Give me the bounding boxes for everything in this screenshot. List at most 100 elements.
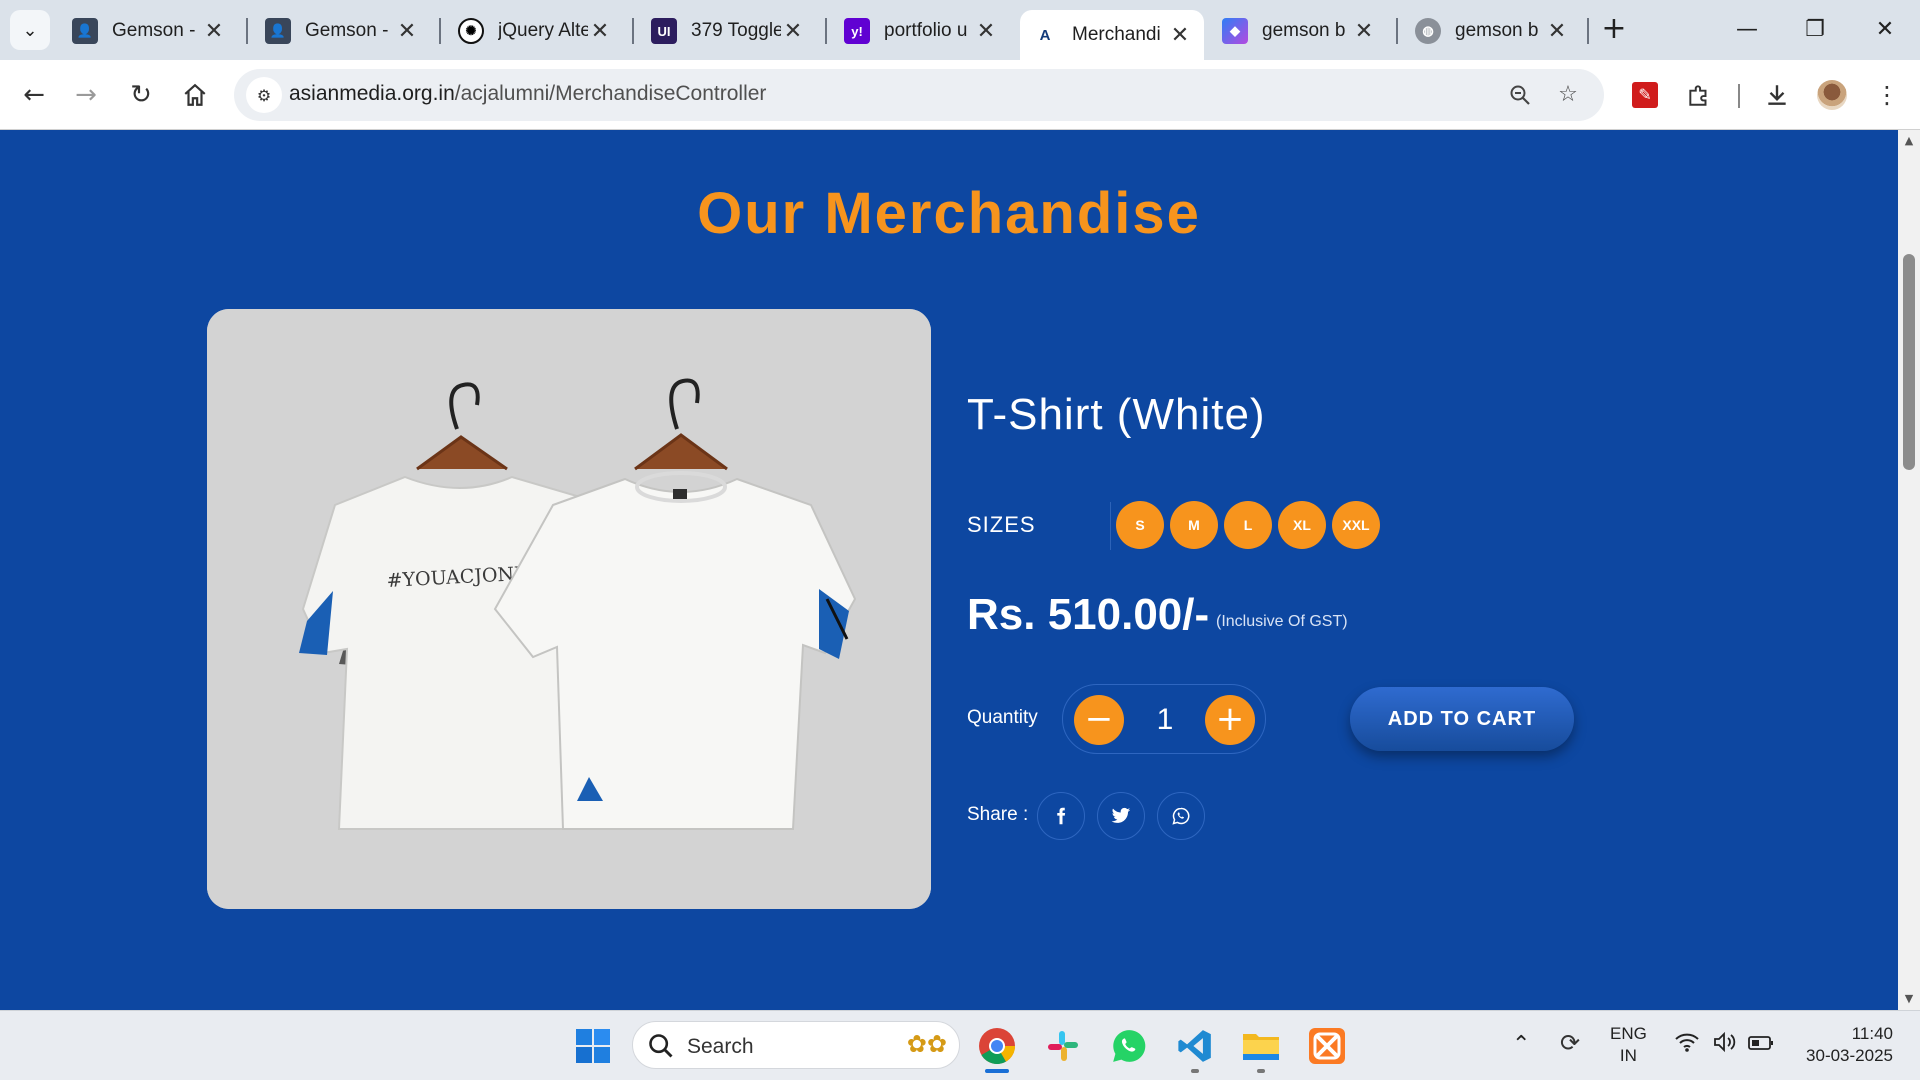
browser-tab-active[interactable]: A Merchandi ✕ <box>1020 10 1204 60</box>
address-bar[interactable]: ⚙ asianmedia.org.in/acjalumni/Merchandis… <box>234 69 1604 121</box>
minimize-button[interactable]: — <box>1722 10 1772 50</box>
ui-icon: UI <box>651 18 677 44</box>
close-icon[interactable]: ✕ <box>781 18 805 44</box>
taskbar-chrome[interactable] <box>974 1023 1020 1069</box>
tab-separator <box>632 18 634 44</box>
scroll-up-arrow-icon[interactable]: ▲ <box>1902 134 1916 148</box>
app-running-indicator <box>1191 1069 1199 1073</box>
active-app-indicator <box>985 1069 1009 1073</box>
taskbar-xampp[interactable] <box>1304 1023 1350 1069</box>
site-info-icon[interactable]: ⚙ <box>246 77 282 113</box>
add-to-cart-button[interactable]: ADD TO CART <box>1350 687 1574 751</box>
tab-separator <box>246 18 248 44</box>
url-text[interactable]: asianmedia.org.in/acjalumni/MerchandiseC… <box>289 82 766 106</box>
vscode-icon <box>1178 1030 1211 1062</box>
browser-tab[interactable]: y! portfolio u ✕ <box>832 12 1010 50</box>
share-whatsapp-button[interactable] <box>1157 792 1205 840</box>
product-title: T-Shirt (White) <box>967 390 1266 439</box>
browser-tab[interactable]: UI 379 Toggle ✕ <box>639 12 817 50</box>
search-icon <box>649 1034 673 1058</box>
person-photo-icon: 👤 <box>72 18 98 44</box>
chrome-icon <box>979 1028 1015 1065</box>
close-icon[interactable]: ✕ <box>974 18 998 44</box>
size-option-l[interactable]: L <box>1224 501 1272 549</box>
quantity-label: Quantity <box>967 707 1038 728</box>
product-image: #YOUACJONLYONCE <box>207 309 931 909</box>
search-highlight-icon: ✿✿ <box>906 1030 947 1058</box>
browser-tab[interactable]: ◆ gemson b ✕ <box>1210 12 1388 50</box>
page-scrollbar[interactable]: ▲ ▼ <box>1898 130 1920 1010</box>
tab-title: Merchandi <box>1072 24 1161 45</box>
taskbar-slack[interactable] <box>1040 1023 1086 1069</box>
new-tab-button[interactable]: + <box>1597 12 1631 46</box>
home-button[interactable] <box>175 75 215 115</box>
menu-kebab-icon[interactable]: ⋮ <box>1868 76 1906 114</box>
download-icon[interactable] <box>1758 76 1796 114</box>
merchandise-page: Our Merchandise #YOUACJONLYONCE T-Shirt … <box>0 130 1898 1010</box>
quantity-stepper: − + <box>1062 684 1266 754</box>
language-indicator[interactable]: ENG IN <box>1610 1023 1647 1080</box>
close-icon[interactable]: ✕ <box>588 18 612 44</box>
taskbar-whatsapp[interactable] <box>1106 1023 1152 1069</box>
battery-icon[interactable] <box>1748 1035 1774 1080</box>
bookmark-star-icon[interactable]: ☆ <box>1552 79 1584 111</box>
size-option-m[interactable]: M <box>1170 501 1218 549</box>
browser-toolbar: ← → ↻ ⚙ asianmedia.org.in/acjalumni/Merc… <box>0 60 1920 130</box>
size-option-xl[interactable]: XL <box>1278 501 1326 549</box>
scrollbar-thumb[interactable] <box>1903 254 1915 470</box>
windows-logo-icon <box>576 1029 610 1063</box>
share-twitter-button[interactable] <box>1097 792 1145 840</box>
size-option-xxl[interactable]: XXL <box>1332 501 1380 549</box>
reload-button[interactable]: ↻ <box>121 75 161 115</box>
slack-icon <box>1048 1031 1078 1061</box>
taskbar-search[interactable]: Search ✿✿ <box>632 1021 960 1069</box>
tshirt-illustration: #YOUACJONLYONCE <box>207 309 931 909</box>
search-placeholder: Search <box>687 1035 754 1058</box>
browser-tab[interactable]: ◍ gemson b ✕ <box>1403 12 1581 50</box>
facebook-icon <box>1057 807 1066 825</box>
share-facebook-button[interactable] <box>1037 792 1085 840</box>
window-close-button[interactable]: ✕ <box>1860 10 1910 50</box>
sync-icon[interactable]: ⟳ <box>1560 1029 1580 1080</box>
close-icon[interactable]: ✕ <box>202 18 226 44</box>
forward-button[interactable]: → <box>66 75 106 115</box>
tab-search-button[interactable]: ⌄ <box>10 10 50 50</box>
zoom-icon[interactable] <box>1504 79 1536 111</box>
browser-tab[interactable]: ✺ jQuery Alte ✕ <box>446 12 624 50</box>
close-icon[interactable]: ✕ <box>1352 18 1376 44</box>
product-price: Rs. 510.00/- <box>967 590 1210 639</box>
tab-title: Gemson - <box>112 20 196 41</box>
browser-tab[interactable]: 👤 Gemson - ✕ <box>60 12 238 50</box>
tab-separator <box>439 18 441 44</box>
quantity-increase-button[interactable]: + <box>1205 695 1255 745</box>
price-note: (Inclusive Of GST) <box>1216 613 1348 630</box>
size-option-s[interactable]: S <box>1116 501 1164 549</box>
taskbar-file-explorer[interactable] <box>1238 1023 1284 1069</box>
region-code: IN <box>1619 1046 1637 1065</box>
volume-icon[interactable] <box>1712 1031 1738 1080</box>
quantity-decrease-button[interactable]: − <box>1074 695 1124 745</box>
twitter-icon <box>1111 807 1131 823</box>
taskbar-vscode[interactable] <box>1172 1023 1218 1069</box>
browser-tab[interactable]: 👤 Gemson - ✕ <box>253 12 431 50</box>
system-clock[interactable]: 11:40 30-03-2025 <box>1795 1023 1893 1080</box>
profile-avatar[interactable] <box>1817 80 1847 110</box>
start-button[interactable] <box>570 1023 616 1069</box>
scroll-down-arrow-icon[interactable]: ▼ <box>1902 992 1916 1006</box>
size-selector: S M L XL XXL <box>1116 501 1380 549</box>
extensions-puzzle-icon[interactable] <box>1680 76 1718 114</box>
wifi-icon[interactable] <box>1674 1031 1700 1080</box>
tab-title: jQuery Alte <box>498 20 588 41</box>
close-icon[interactable]: ✕ <box>395 18 419 44</box>
back-button[interactable]: ← <box>14 75 54 115</box>
restore-button[interactable]: ❐ <box>1790 10 1840 50</box>
quantity-input[interactable] <box>1125 697 1205 743</box>
windows-taskbar: Search ✿✿ ⌃ ⟳ ENG IN 11:40 30-03-2025 <box>0 1010 1920 1080</box>
close-icon[interactable]: ✕ <box>1168 22 1192 48</box>
sizes-label: SIZES <box>967 512 1036 537</box>
extension-red-icon[interactable]: ✎ <box>1632 82 1658 108</box>
share-label: Share : <box>967 804 1029 825</box>
page-title: Our Merchandise <box>697 181 1201 246</box>
tray-chevron-up-icon[interactable]: ⌃ <box>1512 1031 1530 1080</box>
close-icon[interactable]: ✕ <box>1545 18 1569 44</box>
